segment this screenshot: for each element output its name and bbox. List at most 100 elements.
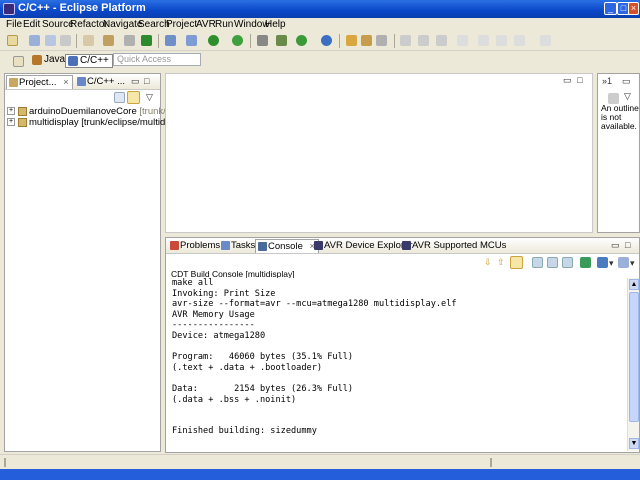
- printer-icon[interactable]: [124, 35, 135, 46]
- java-icon: [32, 55, 42, 65]
- open-console-dropdown-icon[interactable]: ▾: [630, 258, 635, 269]
- expand-icon[interactable]: +: [7, 107, 15, 116]
- problems-icon: [170, 241, 179, 250]
- annotation-next-icon[interactable]: [400, 35, 411, 46]
- scrollbar-thumb[interactable]: [629, 292, 639, 422]
- print-icon[interactable]: [60, 35, 71, 46]
- perspective-cpp[interactable]: C/C++: [65, 54, 113, 68]
- minimize-outline-icon[interactable]: ▭: [622, 76, 631, 87]
- maximize-view-icon[interactable]: □: [144, 76, 149, 86]
- save-all-icon[interactable]: [45, 35, 56, 46]
- close-tab-icon[interactable]: ×: [63, 77, 69, 88]
- new-class-icon[interactable]: [186, 35, 197, 46]
- expand-icon[interactable]: +: [7, 118, 15, 127]
- scroll-up-icon[interactable]: ⇧: [497, 257, 505, 268]
- perspective-java[interactable]: Java: [30, 54, 65, 68]
- menu-navigate[interactable]: Navigate: [103, 19, 142, 30]
- tab-project-explorer[interactable]: Project... ×: [6, 75, 73, 89]
- tab-avr-supported-mcus[interactable]: AVR Supported MCUs: [400, 239, 509, 253]
- run-last-icon[interactable]: [296, 35, 307, 46]
- display-console-icon[interactable]: [597, 257, 608, 268]
- tab-problems[interactable]: Problems: [168, 239, 223, 253]
- avr-device-icon: [314, 241, 323, 250]
- scroll-down-icon[interactable]: ⇩: [484, 257, 492, 268]
- minimize-console-icon[interactable]: ▭: [611, 240, 620, 251]
- forward-dropdown-icon[interactable]: [514, 35, 525, 46]
- hammer-icon[interactable]: [103, 35, 114, 46]
- main-toolbar: [0, 31, 640, 51]
- display-console-dropdown-icon[interactable]: ▾: [609, 258, 614, 269]
- wrench-icon[interactable]: [257, 35, 268, 46]
- pin-editor-icon[interactable]: [540, 35, 551, 46]
- maximize-console-icon[interactable]: □: [625, 240, 630, 250]
- scroll-lock-icon[interactable]: [510, 256, 523, 269]
- tab-cpp-projects[interactable]: C/C++ ...: [75, 75, 128, 89]
- menu-edit[interactable]: Edit: [23, 19, 40, 30]
- pin-icon[interactable]: [436, 35, 447, 46]
- close-button[interactable]: ×: [628, 2, 639, 15]
- console-line: ----------------: [172, 320, 255, 331]
- build-icon[interactable]: [83, 35, 94, 46]
- copy-console-icon[interactable]: [547, 257, 558, 268]
- debug-icon[interactable]: [208, 35, 219, 46]
- scroll-down-arrow-icon[interactable]: ▼: [629, 438, 639, 449]
- minimize-button[interactable]: _: [604, 2, 617, 15]
- open-folder-icon[interactable]: [361, 35, 372, 46]
- open-perspective-icon[interactable]: [13, 56, 24, 67]
- clear-console-icon[interactable]: [532, 257, 543, 268]
- console-line: AVR Memory Usage: [172, 309, 255, 320]
- toolbar-separator: [339, 34, 340, 48]
- console-line: avr-size --format=avr --mcu=atmega1280 m…: [172, 299, 457, 310]
- view-menu-icon[interactable]: ▽: [146, 92, 153, 103]
- pin-console-icon[interactable]: [580, 257, 591, 268]
- project-explorer-tabstrip: Project... × C/C++ ... ▭ □: [5, 74, 160, 90]
- console-line: Invoking: Print Size: [172, 288, 276, 299]
- save-icon[interactable]: [29, 35, 40, 46]
- menu-project[interactable]: Project: [166, 19, 197, 30]
- menu-file[interactable]: File: [6, 19, 22, 30]
- outline-overflow-icon[interactable]: »1: [602, 76, 612, 86]
- window-title: C/C++ - Eclipse Platform: [18, 2, 146, 14]
- search-icon[interactable]: [376, 35, 387, 46]
- eclipse-app-icon: [3, 3, 15, 15]
- quick-access-input[interactable]: Quick Access: [113, 53, 201, 66]
- menu-bar: File Edit Source Refactor Navigate Searc…: [0, 18, 640, 31]
- new-icon[interactable]: [7, 35, 18, 46]
- console-line: Data: 2154 bytes (26.3% Full): [172, 383, 354, 394]
- tab-tasks[interactable]: Tasks: [219, 239, 258, 253]
- menu-search[interactable]: Search: [138, 19, 170, 30]
- menu-avr[interactable]: AVR: [196, 19, 216, 30]
- collapse-all-icon[interactable]: [114, 92, 125, 103]
- run-icon[interactable]: [232, 35, 243, 46]
- outline-panel: »1 ▭ ▽ An outline is not available.: [597, 73, 640, 233]
- status-separator: [490, 458, 492, 467]
- new-project-icon[interactable]: [165, 35, 176, 46]
- avr-upload-icon[interactable]: [141, 35, 152, 46]
- outline-menu-icon[interactable]: ▽: [624, 91, 631, 102]
- console-output[interactable]: make all Invoking: Print Size avr-size -…: [168, 278, 626, 451]
- minimize-view-icon[interactable]: ▭: [131, 76, 140, 87]
- minimize-editor-icon[interactable]: ▭: [563, 75, 572, 86]
- word-wrap-icon[interactable]: [562, 257, 573, 268]
- toolbar-separator: [158, 34, 159, 48]
- open-type-icon[interactable]: [346, 35, 357, 46]
- menu-source[interactable]: Source: [42, 19, 74, 30]
- annotation-prev-icon[interactable]: [418, 35, 429, 46]
- back-icon[interactable]: [478, 35, 489, 46]
- bug-icon[interactable]: [276, 35, 287, 46]
- status-separator: [4, 458, 6, 467]
- last-edit-icon[interactable]: [457, 35, 468, 46]
- scroll-up-arrow-icon[interactable]: ▲: [629, 279, 639, 290]
- menu-help[interactable]: Help: [265, 19, 286, 30]
- open-console-icon[interactable]: [618, 257, 629, 268]
- toolbar-separator: [394, 34, 395, 48]
- link-with-editor-icon[interactable]: [127, 91, 140, 104]
- forward-icon[interactable]: [496, 35, 507, 46]
- external-tools-icon[interactable]: [321, 35, 332, 46]
- tab-console[interactable]: Console ×: [255, 239, 320, 253]
- console-scrollbar[interactable]: ▲ ▼: [627, 278, 639, 451]
- menu-run[interactable]: Run: [215, 19, 233, 30]
- maximize-editor-icon[interactable]: □: [577, 75, 582, 85]
